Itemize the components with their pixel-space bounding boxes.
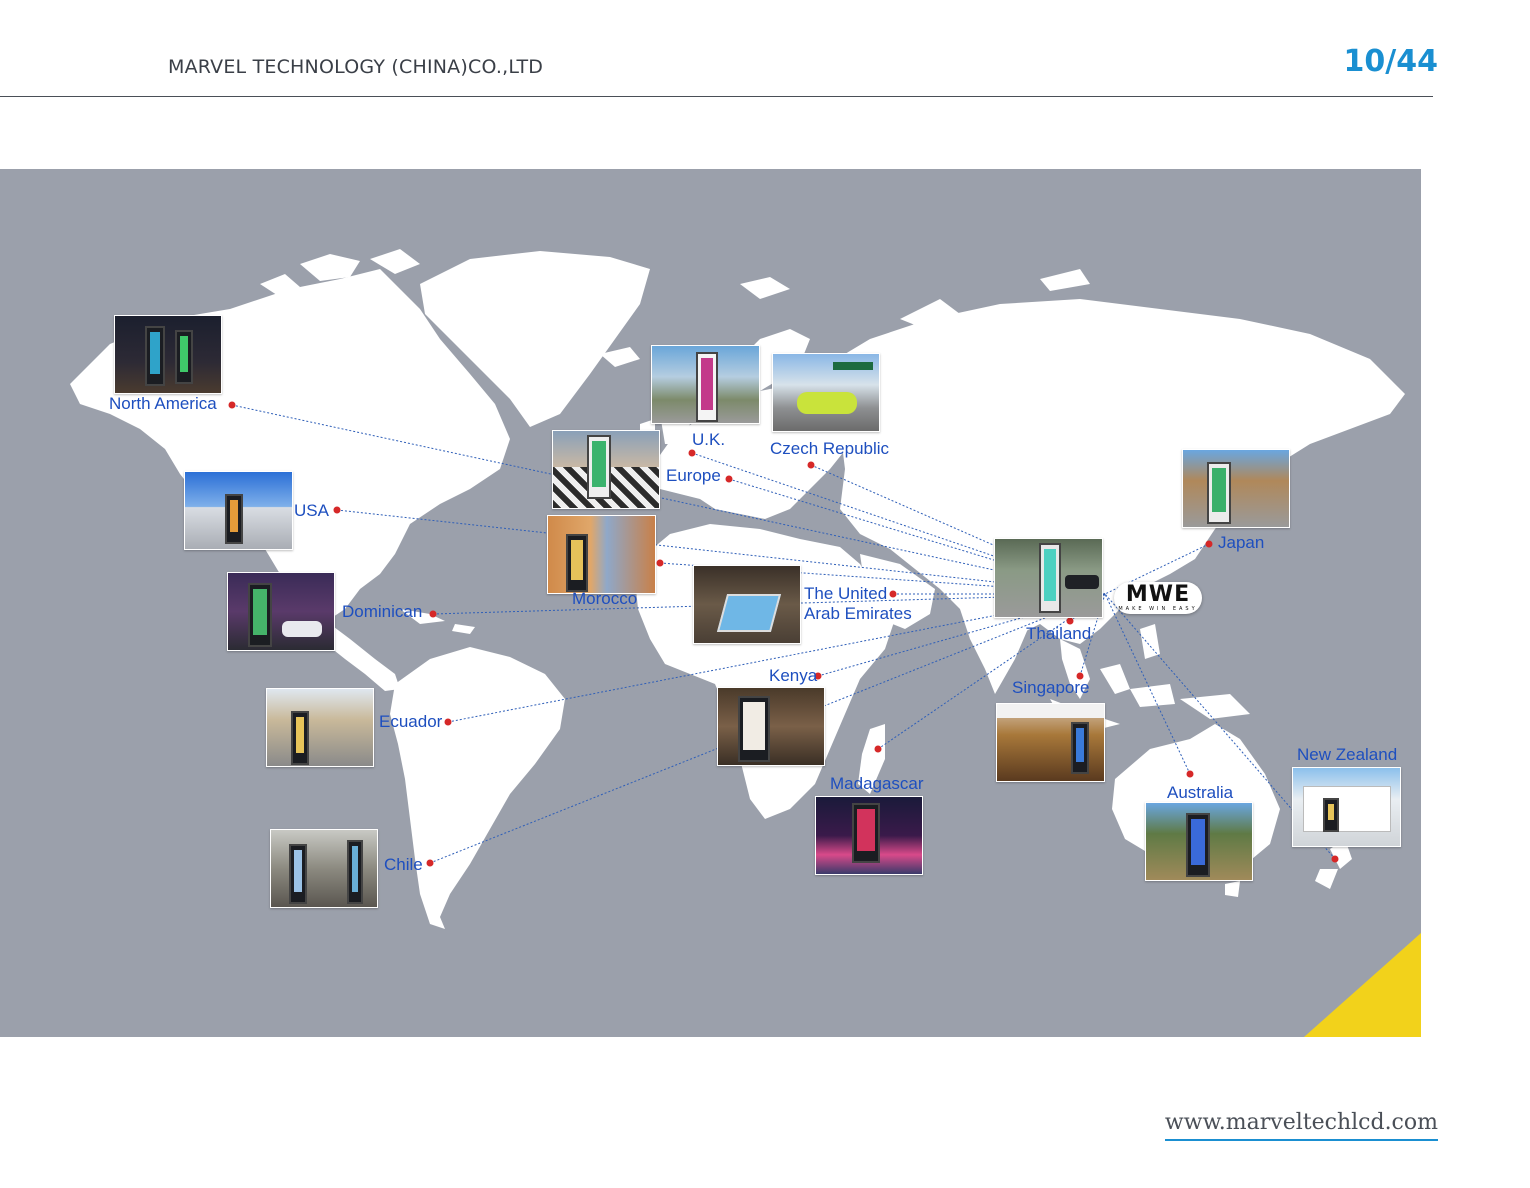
photo-madagascar — [815, 796, 923, 875]
marker-australia — [1186, 770, 1194, 778]
photo-chile — [270, 829, 378, 908]
photo-uk — [651, 345, 760, 424]
header-divider — [0, 96, 1433, 97]
label-australia: Australia — [1167, 783, 1234, 802]
marker-north-america — [228, 401, 236, 409]
label-europe: Europe — [666, 466, 721, 485]
marker-czech-republic — [807, 461, 815, 469]
label-thailand: Thailand — [1026, 624, 1092, 643]
marker-ecuador — [444, 718, 452, 726]
photo-north-america — [114, 315, 222, 394]
photo-thailand — [994, 538, 1103, 618]
photo-uae — [693, 565, 801, 644]
company-name: MARVEL TECHNOLOGY (CHINA)CO.,LTD — [168, 56, 544, 78]
marker-usa — [333, 506, 341, 514]
page-number: 10/44 — [1343, 44, 1438, 79]
photo-new-zealand — [1292, 767, 1401, 847]
marker-dominican — [429, 610, 437, 618]
mwe-tagline: MAKE WIN EASY — [1118, 606, 1198, 612]
label-chile: Chile — [384, 855, 423, 874]
photo-australia — [1145, 802, 1253, 881]
marker-madagascar — [874, 745, 882, 753]
photo-dominican — [227, 572, 335, 651]
label-usa: USA — [294, 501, 329, 520]
label-uk: U.K. — [692, 430, 726, 449]
label-czech-republic: Czech Republic — [770, 439, 890, 458]
label-north-america: North America — [109, 394, 217, 413]
marker-uk — [688, 449, 696, 457]
label-ecuador: Ecuador — [379, 712, 443, 731]
marker-europe — [725, 475, 733, 483]
label-new-zealand: New Zealand — [1297, 745, 1398, 764]
label-madagascar: Madagascar — [830, 774, 924, 793]
marker-chile — [426, 859, 434, 867]
photo-morocco — [547, 515, 656, 594]
photo-czech-republic — [772, 353, 880, 432]
photo-singapore — [996, 703, 1105, 782]
photo-kenya — [717, 687, 825, 766]
label-singapore: Singapore — [1012, 678, 1090, 697]
mwe-hub-logo: MWE MAKE WIN EASY — [1114, 582, 1202, 614]
website-url[interactable]: www.marveltechlcd.com — [1164, 1110, 1438, 1141]
label-uae: The United Arab Emirates — [804, 584, 912, 623]
label-dominican: Dominican — [342, 602, 423, 621]
marker-new-zealand — [1331, 855, 1339, 863]
world-map: North America USA Dominican Ecuador Chil… — [0, 169, 1421, 1037]
label-morocco: Morocco — [572, 589, 638, 608]
photo-usa — [184, 471, 293, 550]
label-japan: Japan — [1218, 533, 1265, 552]
label-kenya: Kenya — [769, 666, 818, 685]
marker-morocco — [656, 559, 664, 567]
photo-japan — [1182, 449, 1290, 528]
mwe-logo-text: MWE — [1125, 582, 1191, 607]
marker-japan — [1205, 540, 1213, 548]
photo-ecuador — [266, 688, 374, 767]
photo-europe — [552, 430, 660, 509]
